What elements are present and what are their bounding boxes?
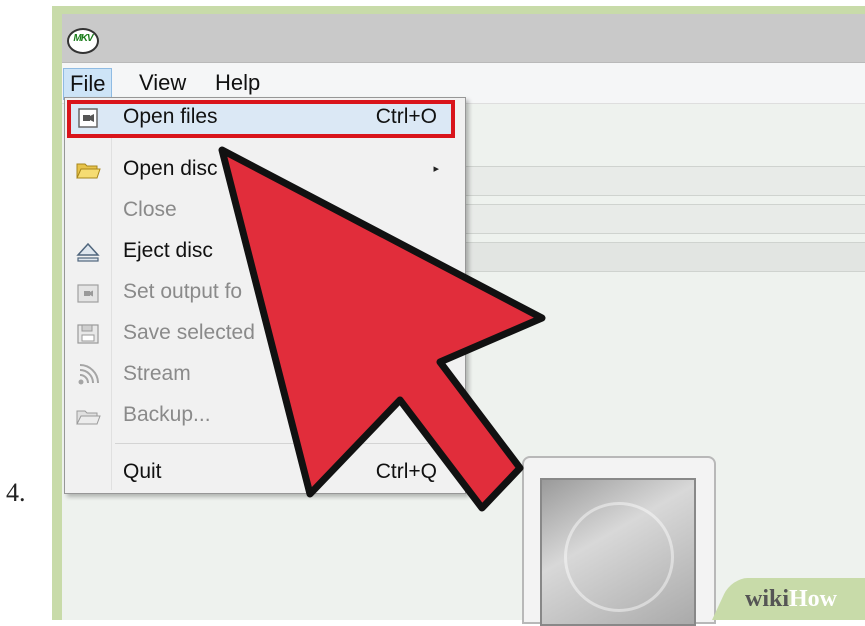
menu-item-label: Close — [123, 198, 177, 221]
step-number: 4. — [6, 478, 26, 507]
menu-separator — [115, 443, 460, 444]
menu-item-label: Save selected — [123, 321, 255, 344]
eject-icon — [76, 242, 100, 262]
wikihow-watermark: wikiHow — [745, 586, 837, 613]
background-field — [462, 204, 865, 234]
disc-ring — [564, 502, 674, 612]
menu-item-shortcut: Ctrl+Q — [375, 460, 437, 483]
menu-view[interactable]: View — [133, 68, 192, 98]
menu-item-label: Eject disc — [123, 239, 213, 262]
background-field — [462, 242, 865, 272]
title-bar: MKV — [62, 14, 865, 63]
menu-item-label: Set output fo — [123, 280, 243, 303]
menu-item-stream[interactable]: Stream — [65, 355, 465, 395]
app-logo-icon: MKV — [67, 28, 99, 54]
menu-item-open-files[interactable]: Open files Ctrl+O — [65, 98, 465, 138]
disc-image — [540, 478, 696, 626]
menu-item-set-output-folder[interactable]: Set output fo — [65, 273, 465, 313]
disc-drive-panel — [522, 456, 716, 626]
menu-item-save-selected[interactable]: Save selected — [65, 314, 465, 354]
menu-item-backup[interactable]: Backup... — [65, 396, 465, 436]
watermark-how: How — [789, 586, 838, 612]
menu-help[interactable]: Help — [209, 68, 266, 98]
menu-file[interactable]: File — [63, 68, 113, 100]
menu-item-label: Open disc — [123, 157, 218, 180]
menu-item-shortcut: Ctrl+O — [375, 105, 437, 128]
save-icon — [77, 324, 99, 344]
submenu-arrow-icon: ▸ — [433, 163, 439, 175]
app-logo-text: MKV — [73, 33, 93, 44]
menu-item-eject-disc[interactable]: Eject disc — [65, 232, 465, 272]
menu-item-close[interactable]: Close — [65, 191, 465, 231]
stream-icon — [78, 364, 99, 385]
file-menu-dropdown: Open files Ctrl+O Open disc ▸ Close Ejec… — [64, 97, 466, 494]
menu-item-label: Stream — [123, 362, 191, 385]
video-file-icon — [78, 108, 98, 128]
menu-item-label: Quit — [123, 460, 162, 483]
menu-item-label: Open files — [123, 105, 218, 128]
menu-item-label: Backup... — [123, 403, 211, 426]
folder-open-icon — [76, 163, 101, 179]
output-folder-icon — [77, 284, 99, 303]
background-field — [462, 166, 865, 196]
menu-item-open-disc[interactable]: Open disc ▸ — [65, 150, 465, 190]
menu-item-quit[interactable]: Quit Ctrl+Q — [65, 453, 465, 493]
watermark-wiki: wiki — [745, 586, 790, 612]
backup-icon — [76, 410, 101, 425]
